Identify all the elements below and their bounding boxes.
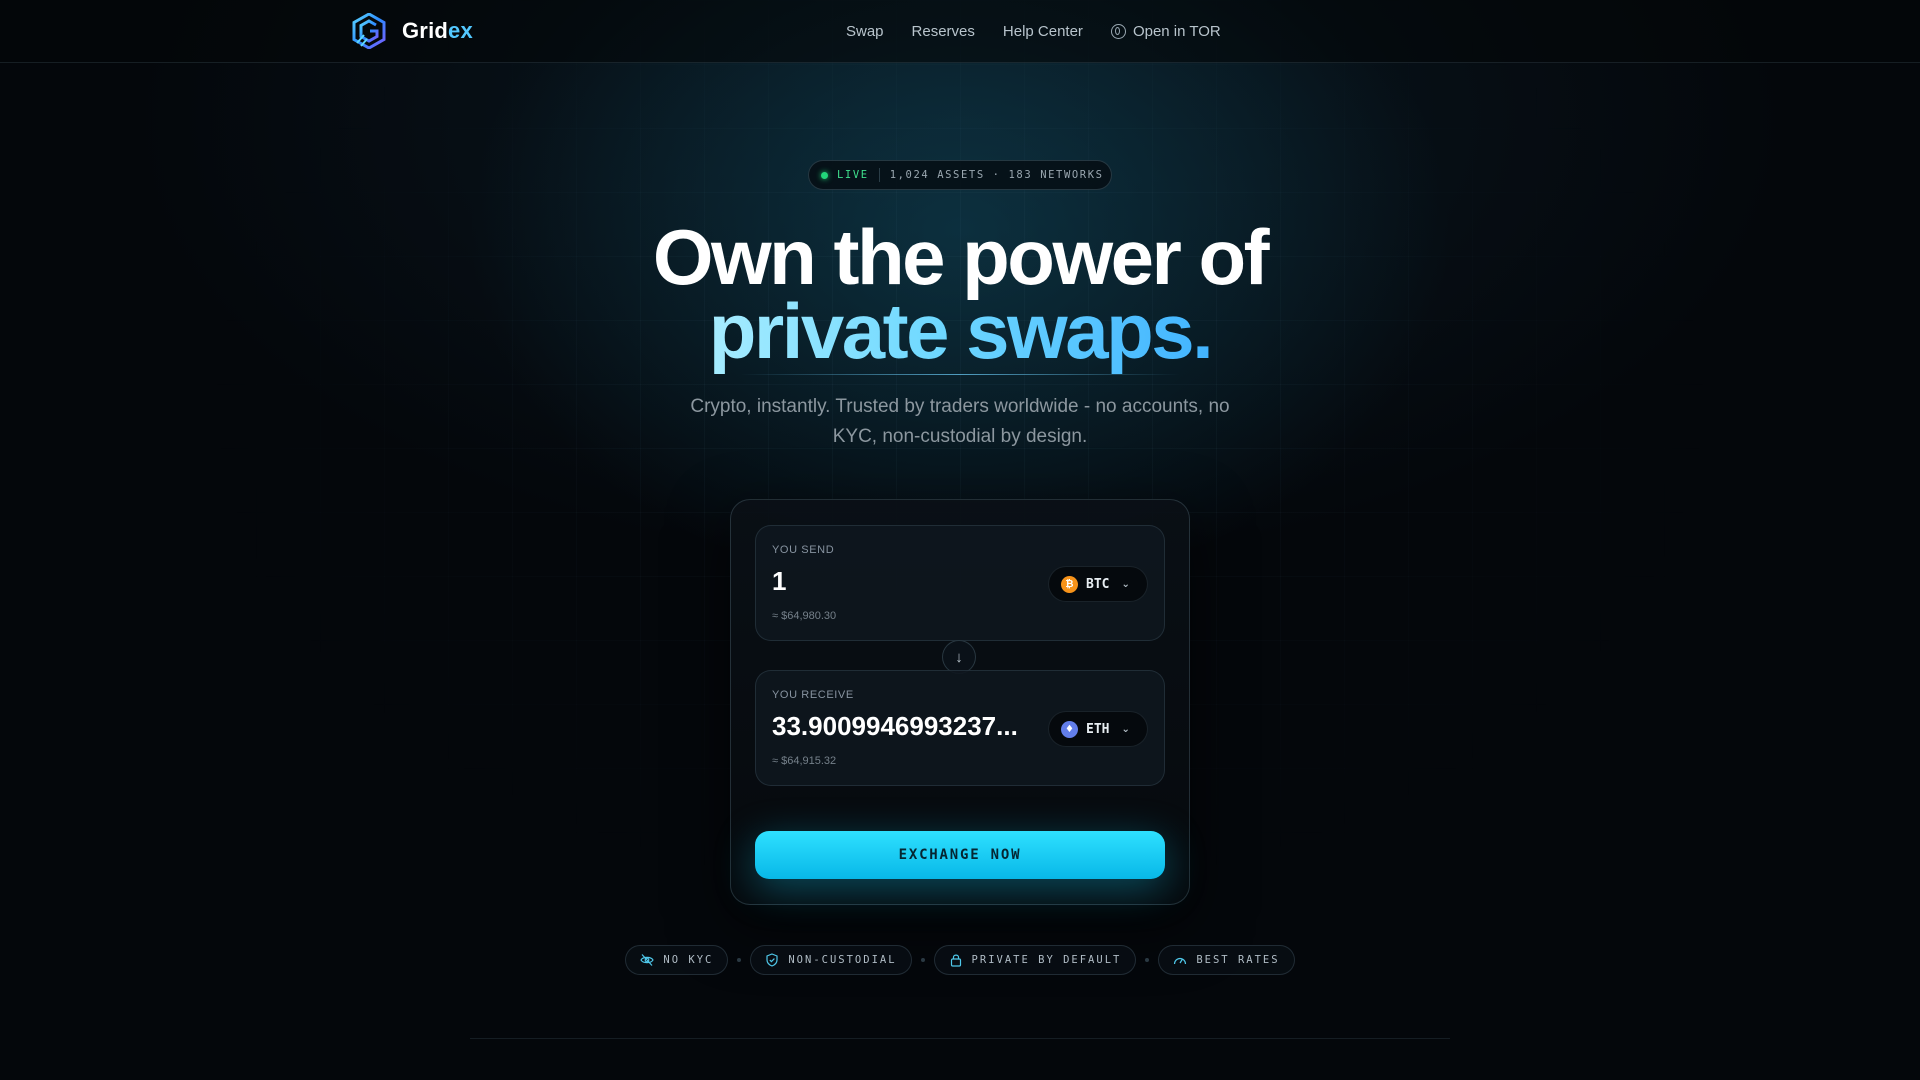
shield-check-icon bbox=[766, 953, 778, 967]
assets-networks-count: 1,024 ASSETS · 183 NETWORKS bbox=[889, 169, 1104, 181]
feature-non-custodial-label: NON-CUSTODIAL bbox=[788, 954, 897, 966]
live-status-badge: LIVE 1,024 ASSETS · 183 NETWORKS bbox=[808, 160, 1112, 190]
swap-direction-button[interactable]: ↓ bbox=[942, 640, 976, 674]
eye-off-icon bbox=[640, 954, 655, 966]
logo[interactable]: Gridex bbox=[352, 13, 473, 49]
section-divider bbox=[470, 1038, 1450, 1039]
nav-links: Swap Reserves Help Center Open in TOR bbox=[846, 0, 1221, 62]
feature-non-custodial: NON-CUSTODIAL bbox=[750, 945, 912, 975]
feature-no-kyc: NO KYC bbox=[625, 945, 729, 975]
badge-divider bbox=[878, 168, 880, 182]
hero-title-line-1: Own the power of bbox=[652, 213, 1270, 301]
receive-coin-symbol: ETH bbox=[1086, 721, 1110, 737]
live-dot-icon bbox=[821, 171, 828, 179]
nav-link-open-in-tor-label: Open in TOR bbox=[1132, 22, 1221, 40]
arrow-down-icon: ↓ bbox=[955, 648, 963, 666]
chevron-down-icon: ⌄ bbox=[1121, 723, 1130, 735]
send-panel: YOU SEND 1 ≈ $64,980.30 ₿ BTC ⌄ bbox=[755, 525, 1165, 641]
feature-separator bbox=[1145, 958, 1150, 962]
chevron-down-icon: ⌄ bbox=[1121, 578, 1130, 590]
lock-icon bbox=[950, 954, 961, 967]
gridex-logo-icon bbox=[352, 13, 386, 49]
brand-name: Gridex bbox=[402, 18, 473, 43]
feature-best-rates-label: BEST RATES bbox=[1196, 954, 1280, 966]
send-usd-value: ≈ $64,980.30 bbox=[772, 610, 837, 622]
feature-separator bbox=[920, 958, 925, 962]
receive-coin-selector[interactable]: ♦ ETH ⌄ bbox=[1048, 711, 1148, 747]
exchange-now-button[interactable]: EXCHANGE NOW bbox=[755, 831, 1165, 879]
feature-best-rates: BEST RATES bbox=[1158, 945, 1295, 975]
nav-link-help-center[interactable]: Help Center bbox=[1003, 23, 1083, 40]
feature-separator bbox=[737, 958, 742, 962]
feature-badges: NO KYC NON-CUSTODIAL PRIVATE BY DEFAULT … bbox=[0, 945, 1920, 975]
feature-private-by-default: PRIVATE BY DEFAULT bbox=[933, 945, 1137, 975]
send-amount-input[interactable]: 1 bbox=[772, 566, 1032, 597]
feature-no-kyc-label: NO KYC bbox=[663, 954, 714, 966]
nav-link-swap[interactable]: Swap bbox=[846, 23, 884, 40]
send-label: YOU SEND bbox=[772, 544, 835, 556]
nav-link-open-in-tor[interactable]: Open in TOR bbox=[1110, 22, 1221, 40]
hero-underline bbox=[740, 374, 1180, 375]
swap-card: YOU SEND 1 ≈ $64,980.30 ₿ BTC ⌄ ↓ YOU RE… bbox=[730, 499, 1190, 905]
gauge-icon bbox=[1174, 957, 1187, 965]
receive-label: YOU RECEIVE bbox=[772, 689, 854, 701]
nav-link-reserves[interactable]: Reserves bbox=[912, 23, 975, 40]
bitcoin-icon: ₿ bbox=[1061, 575, 1078, 593]
send-coin-selector[interactable]: ₿ BTC ⌄ bbox=[1048, 566, 1148, 602]
send-coin-symbol: BTC bbox=[1086, 576, 1110, 592]
receive-panel: YOU RECEIVE 33.9009946993237... ≈ $64,91… bbox=[755, 670, 1165, 786]
receive-amount-output: 33.9009946993237... bbox=[772, 711, 1018, 741]
feature-private-by-default-label: PRIVATE BY DEFAULT bbox=[971, 954, 1122, 966]
receive-usd-value: ≈ $64,915.32 bbox=[772, 755, 837, 767]
hero-subtitle: Crypto, instantly. Trusted by traders wo… bbox=[690, 396, 1230, 447]
hero-title-line-2: private swaps. bbox=[708, 287, 1214, 375]
tor-onion-icon bbox=[1110, 23, 1126, 39]
live-status-text: LIVE bbox=[837, 169, 869, 181]
top-navbar: Gridex Swap Reserves Help Center Open in… bbox=[0, 0, 1920, 63]
ethereum-icon: ♦ bbox=[1061, 720, 1078, 738]
